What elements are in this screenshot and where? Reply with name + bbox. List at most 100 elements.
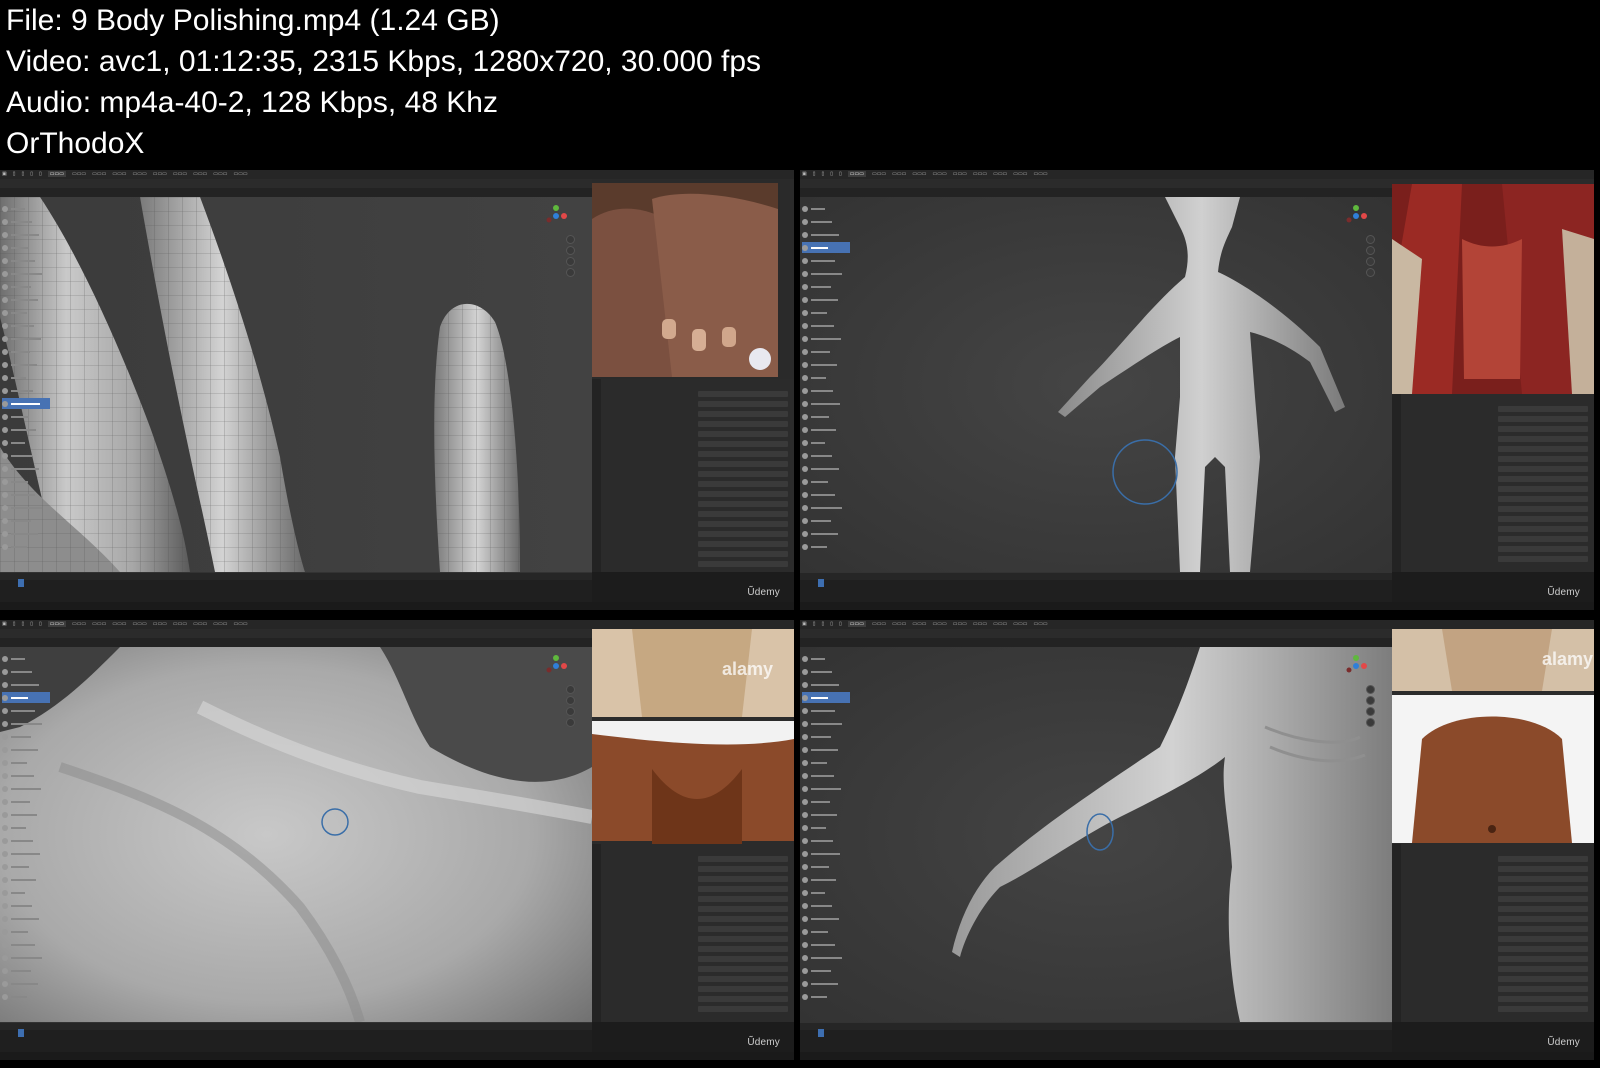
property-row[interactable] xyxy=(604,866,788,872)
sculpt-tool-button[interactable] xyxy=(802,333,850,344)
viewport-nav-button[interactable] xyxy=(566,718,575,727)
sculpt-tool-button[interactable] xyxy=(802,450,850,461)
viewport-nav-button[interactable] xyxy=(1366,235,1375,244)
sculpt-tool-button[interactable] xyxy=(802,926,850,937)
sculpt-tool-button[interactable] xyxy=(802,255,850,266)
viewport-nav-button[interactable] xyxy=(566,268,575,277)
sculpt-tool-button[interactable] xyxy=(2,515,50,526)
property-row[interactable] xyxy=(604,551,788,557)
sculpt-tool-button[interactable] xyxy=(802,385,850,396)
property-row[interactable] xyxy=(1404,506,1588,512)
sculpt-tool-button[interactable] xyxy=(2,822,50,833)
sculpt-tool-button[interactable] xyxy=(802,489,850,500)
sculpt-tool-button[interactable] xyxy=(802,874,850,885)
property-row[interactable] xyxy=(1404,966,1588,972)
property-row[interactable] xyxy=(604,856,788,862)
sculpt-tool-button[interactable] xyxy=(802,515,850,526)
3d-viewport[interactable] xyxy=(0,197,592,572)
sculpt-tool-button[interactable] xyxy=(2,385,50,396)
sculpt-tool-button[interactable] xyxy=(2,965,50,976)
property-row[interactable] xyxy=(604,411,788,417)
sculpt-tool-button[interactable] xyxy=(2,900,50,911)
sculpt-tool-button[interactable] xyxy=(802,268,850,279)
sculpt-tool-button[interactable] xyxy=(802,502,850,513)
property-row[interactable] xyxy=(1404,466,1588,472)
property-row[interactable] xyxy=(604,936,788,942)
sculpt-tool-button[interactable] xyxy=(802,242,850,253)
viewport-nav-button[interactable] xyxy=(1366,257,1375,266)
viewport-nav-button[interactable] xyxy=(1366,707,1375,716)
property-row[interactable] xyxy=(1404,436,1588,442)
sculpt-tool-button[interactable] xyxy=(2,411,50,422)
property-row[interactable] xyxy=(604,521,788,527)
property-row[interactable] xyxy=(1404,416,1588,422)
property-row[interactable] xyxy=(604,916,788,922)
property-row[interactable] xyxy=(604,946,788,952)
sculpt-tool-button[interactable] xyxy=(2,939,50,950)
sculpt-tool-button[interactable] xyxy=(802,281,850,292)
sculpt-tool-button[interactable] xyxy=(2,952,50,963)
property-row[interactable] xyxy=(604,421,788,427)
sculpt-tool-button[interactable] xyxy=(802,541,850,552)
sculpt-tool-button[interactable] xyxy=(2,913,50,924)
sculpt-tool-button[interactable] xyxy=(2,978,50,989)
viewport-nav-button[interactable] xyxy=(1366,696,1375,705)
property-row[interactable] xyxy=(1404,1006,1588,1012)
viewport-nav-button[interactable] xyxy=(566,696,575,705)
sculpt-tool-button[interactable] xyxy=(802,320,850,331)
sculpt-tool-button[interactable] xyxy=(802,887,850,898)
property-row[interactable] xyxy=(604,926,788,932)
sculpt-tool-button[interactable] xyxy=(2,991,50,1002)
sculpt-tool-button[interactable] xyxy=(2,242,50,253)
sculpt-tool-button[interactable] xyxy=(2,835,50,846)
sculpt-tool-button[interactable] xyxy=(802,653,850,664)
sculpt-tool-button[interactable] xyxy=(802,796,850,807)
property-row[interactable] xyxy=(604,906,788,912)
viewport-nav-button[interactable] xyxy=(566,257,575,266)
sculpt-tool-button[interactable] xyxy=(802,965,850,976)
property-row[interactable] xyxy=(604,461,788,467)
3d-viewport[interactable] xyxy=(800,197,1392,572)
sculpt-tool-button[interactable] xyxy=(2,887,50,898)
viewport-nav-button[interactable] xyxy=(1366,718,1375,727)
playhead[interactable] xyxy=(18,1029,24,1037)
property-row[interactable] xyxy=(604,471,788,477)
property-row[interactable] xyxy=(1404,986,1588,992)
property-row[interactable] xyxy=(1404,456,1588,462)
property-row[interactable] xyxy=(604,501,788,507)
property-row[interactable] xyxy=(604,561,788,567)
property-row[interactable] xyxy=(1404,916,1588,922)
sculpt-tool-button[interactable] xyxy=(2,731,50,742)
navigation-gizmo[interactable] xyxy=(545,205,567,227)
property-row[interactable] xyxy=(604,886,788,892)
sculpt-tool-button[interactable] xyxy=(2,346,50,357)
sculpt-tool-button[interactable] xyxy=(802,359,850,370)
sculpt-tool-button[interactable] xyxy=(2,666,50,677)
sculpt-tool-button[interactable] xyxy=(802,991,850,1002)
playhead[interactable] xyxy=(18,579,24,587)
sculpt-tool-button[interactable] xyxy=(2,216,50,227)
property-row[interactable] xyxy=(604,896,788,902)
sculpt-tool-button[interactable] xyxy=(802,476,850,487)
timeline[interactable] xyxy=(0,1022,592,1053)
sculpt-tool-button[interactable] xyxy=(2,320,50,331)
sculpt-tool-button[interactable] xyxy=(2,528,50,539)
viewport-nav-button[interactable] xyxy=(566,235,575,244)
property-row[interactable] xyxy=(604,876,788,882)
sculpt-tool-button[interactable] xyxy=(802,822,850,833)
property-row[interactable] xyxy=(604,541,788,547)
sculpt-tool-button[interactable] xyxy=(802,398,850,409)
sculpt-tool-button[interactable] xyxy=(2,679,50,690)
sculpt-tool-button[interactable] xyxy=(802,757,850,768)
sculpt-tool-button[interactable] xyxy=(802,900,850,911)
sculpt-tool-button[interactable] xyxy=(2,203,50,214)
timeline[interactable] xyxy=(0,572,592,603)
sculpt-tool-button[interactable] xyxy=(802,705,850,716)
sculpt-tool-button[interactable] xyxy=(2,783,50,794)
property-row[interactable] xyxy=(1404,476,1588,482)
viewport-nav-button[interactable] xyxy=(566,246,575,255)
property-row[interactable] xyxy=(604,976,788,982)
property-row[interactable] xyxy=(1404,906,1588,912)
sculpt-tool-button[interactable] xyxy=(802,913,850,924)
sculpt-tool-button[interactable] xyxy=(802,203,850,214)
